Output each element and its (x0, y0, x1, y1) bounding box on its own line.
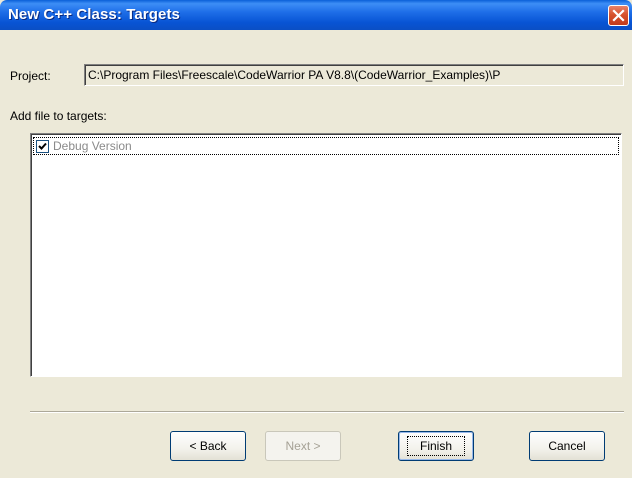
close-button[interactable] (608, 5, 629, 26)
project-label: Project: (10, 69, 51, 83)
list-item-label: Debug Version (53, 139, 132, 153)
list-item[interactable]: Debug Version (33, 137, 619, 155)
checkmark-icon (38, 142, 47, 150)
window-title: New C++ Class: Targets (8, 6, 180, 23)
targets-label: Add file to targets: (10, 109, 107, 123)
separator (30, 411, 624, 413)
debug-version-checkbox[interactable] (36, 140, 49, 153)
project-path-field: C:\Program Files\Freescale\CodeWarrior P… (84, 64, 624, 86)
next-button[interactable]: Next > (265, 431, 341, 461)
back-button[interactable]: < Back (170, 431, 246, 461)
close-icon (612, 9, 625, 22)
finish-button[interactable]: Finish (398, 431, 474, 461)
next-button-label: Next > (285, 439, 321, 453)
cancel-button-label: Cancel (548, 439, 586, 453)
targets-list[interactable]: Debug Version (30, 133, 622, 377)
cancel-button[interactable]: Cancel (529, 431, 605, 461)
title-bar[interactable]: New C++ Class: Targets (0, 0, 632, 30)
back-button-label: < Back (189, 439, 227, 453)
finish-button-label: Finish (406, 436, 465, 456)
